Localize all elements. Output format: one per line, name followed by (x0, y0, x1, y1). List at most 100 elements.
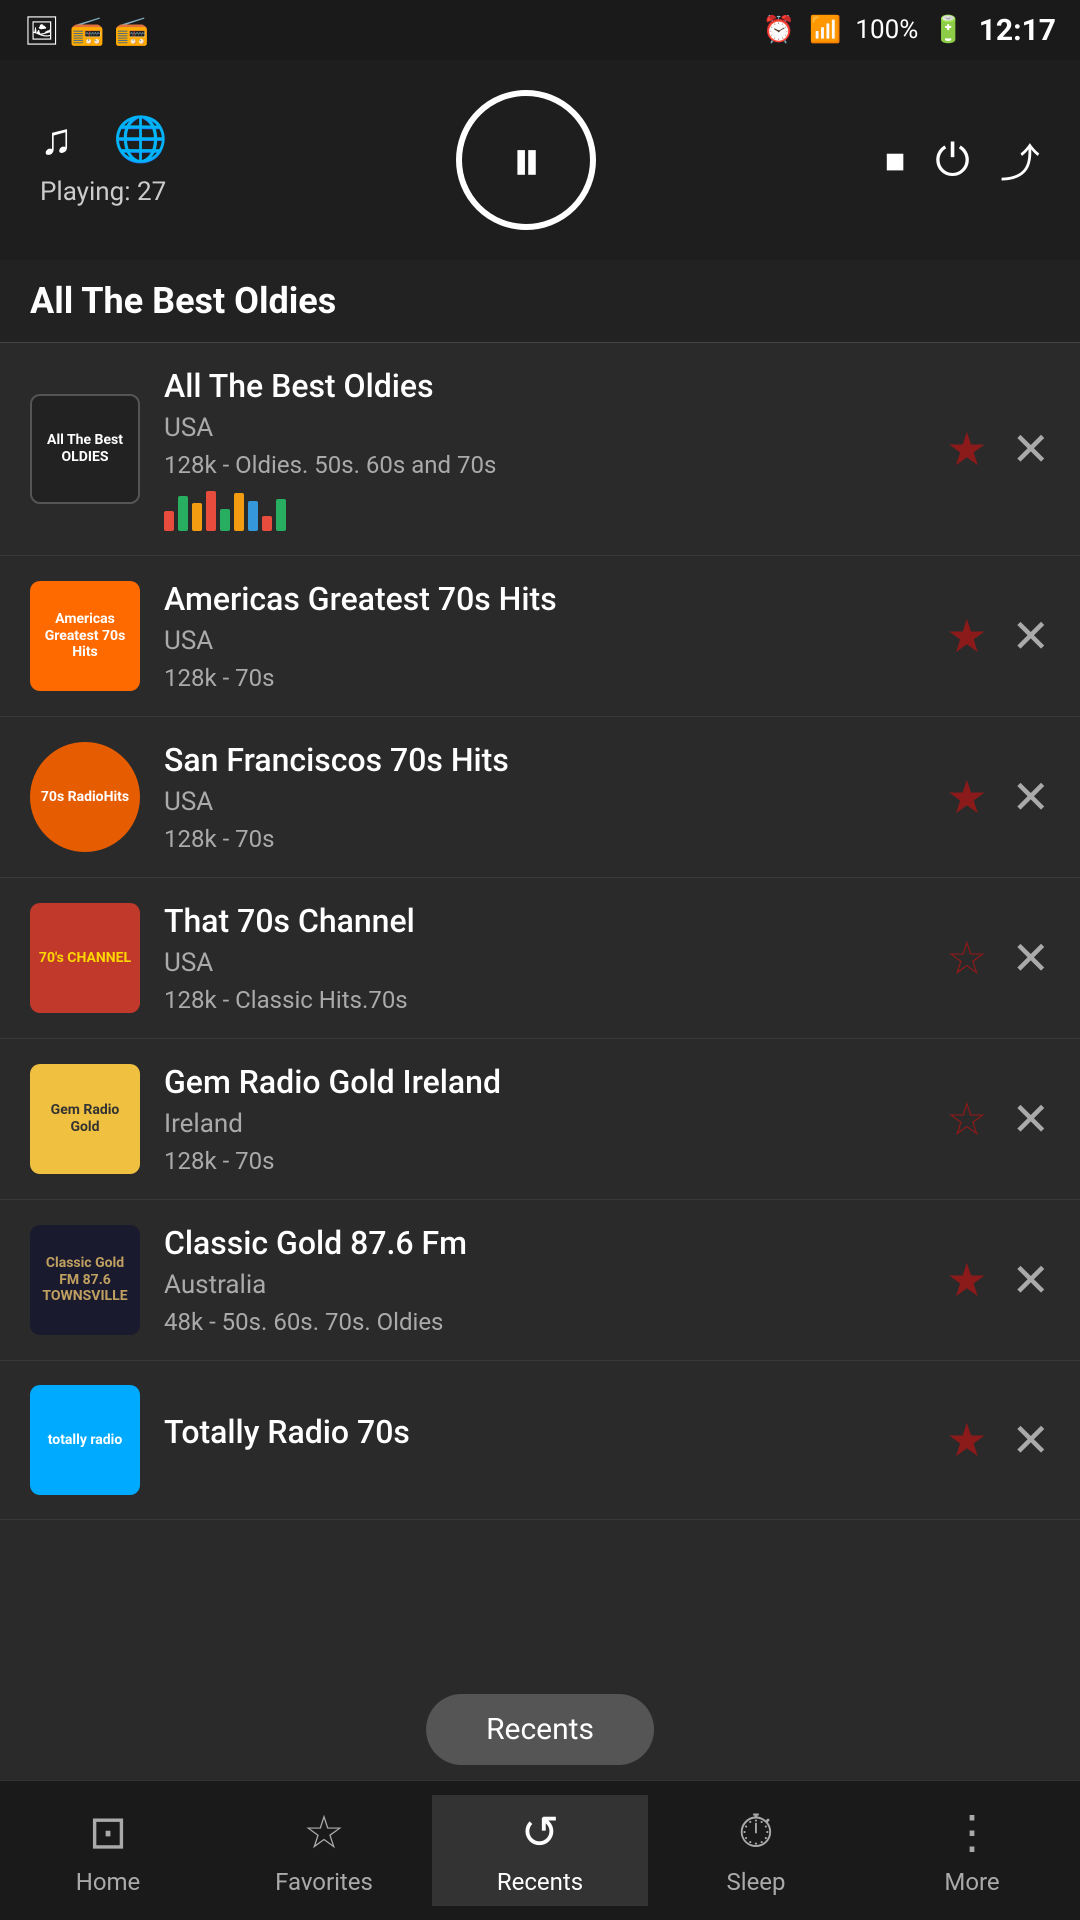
remove-station-button[interactable]: ✕ (1011, 931, 1050, 986)
player-header: ♫ 🌐 Playing: 27 ⏸ ⏹ ⏻ ⤴ (0, 60, 1080, 260)
favorite-star-button[interactable]: ★ (946, 422, 987, 477)
station-bitrate: 128k - 70s (164, 664, 922, 692)
nav-icon-home: ⊡ (89, 1805, 128, 1860)
player-controls-row: ♫ 🌐 Playing: 27 ⏸ ⏹ ⏻ ⤴ (40, 90, 1040, 230)
status-bar: 🖼 📻 📻 ⏰ 📶 100% 🔋 12:17 (0, 0, 1080, 60)
nav-icon-favorites: ☆ (303, 1805, 344, 1860)
station-logo-3: 70s RadioHits (30, 742, 140, 852)
station-name: That 70s Channel (164, 902, 922, 940)
station-logo-7: totally radio (30, 1385, 140, 1495)
nav-item-favorites[interactable]: ☆ Favorites (216, 1795, 432, 1906)
share-button[interactable]: ⤴ (1000, 131, 1040, 189)
remove-station-button[interactable]: ✕ (1011, 770, 1050, 825)
station-info-6: Classic Gold 87.6 Fm Australia 48k - 50s. … (164, 1224, 922, 1336)
station-actions-2: ★✕ (946, 609, 1050, 664)
nav-label-recents: Recents (497, 1868, 583, 1896)
station-bitrate: 128k - 70s (164, 1147, 922, 1175)
station-info-2: Americas Greatest 70s HitsUSA128k - 70s (164, 580, 922, 692)
station-name: All The Best Oldies (164, 367, 922, 405)
remove-station-button[interactable]: ✕ (1011, 1413, 1050, 1468)
station-actions-4: ☆✕ (946, 931, 1050, 986)
player-left-icons: ♫ 🌐 Playing: 27 (40, 113, 168, 207)
station-actions-6: ★✕ (946, 1253, 1050, 1308)
pause-button[interactable]: ⏸ (456, 90, 596, 230)
nav-label-more: More (944, 1868, 999, 1896)
recents-tooltip: Recents (426, 1694, 654, 1765)
station-item[interactable]: 70's CHANNEL That 70s Channel USA 128k - Cl… (0, 878, 1080, 1039)
station-name: San Franciscos 70s Hits (164, 741, 922, 779)
remove-station-button[interactable]: ✕ (1011, 422, 1050, 477)
station-item[interactable]: 70s RadioHitsSan Franciscos 70s HitsUSA1… (0, 717, 1080, 878)
main-content: ♫ 🌐 Playing: 27 ⏸ ⏹ ⏻ ⤴ All The Best Old… (0, 60, 1080, 1780)
status-bar-right: ⏰ 📶 100% 🔋 12:17 (763, 13, 1056, 48)
station-bitrate: 128k - Oldies. 50s. 60s and 70s (164, 451, 922, 479)
clock-display: 12:17 (979, 13, 1056, 48)
station-country: USA (164, 413, 922, 443)
nav-icon-recents: ↺ (521, 1805, 560, 1860)
player-right-icons: ⏹ ⏻ ⤴ (885, 131, 1040, 189)
globe-icon[interactable]: 🌐 (113, 113, 168, 165)
station-info-7: Totally Radio 70s (164, 1413, 922, 1467)
station-logo-5: Gem Radio Gold (30, 1064, 140, 1174)
station-country: USA (164, 948, 922, 978)
remove-station-button[interactable]: ✕ (1011, 1092, 1050, 1147)
station-info-5: Gem Radio Gold IrelandIreland128k - 70s (164, 1063, 922, 1175)
station-title-bar: All The Best Oldies (0, 260, 1080, 343)
playing-label: Playing: 27 (40, 177, 166, 207)
wifi-icon: 📶 (809, 15, 841, 45)
gallery-icon: 🖼 (24, 14, 60, 47)
stop-button[interactable]: ⏹ (885, 137, 905, 184)
station-logo-4: 70's CHANNEL (30, 903, 140, 1013)
favorite-star-button[interactable]: ★ (946, 609, 987, 664)
favorite-star-button[interactable]: ☆ (946, 931, 987, 986)
station-logo-1: All The Best OLDIES (30, 394, 140, 504)
station-item[interactable]: All The Best OLDIES All The Best Oldies US… (0, 343, 1080, 556)
station-info-1: All The Best Oldies USA 128k - Oldies. 50s… (164, 367, 922, 531)
station-bitrate: 48k - 50s. 60s. 70s. Oldies (164, 1308, 922, 1336)
station-name: Classic Gold 87.6 Fm (164, 1224, 922, 1262)
favorite-star-button[interactable]: ★ (946, 770, 987, 825)
station-country: Australia (164, 1270, 922, 1300)
music-icon[interactable]: ♫ (40, 113, 73, 165)
station-actions-5: ☆✕ (946, 1092, 1050, 1147)
favorite-star-button[interactable]: ★ (946, 1253, 987, 1308)
favorite-star-button[interactable]: ★ (946, 1413, 987, 1468)
nav-item-recents[interactable]: ↺ Recents (432, 1795, 648, 1906)
station-actions-7: ★✕ (946, 1413, 1050, 1468)
notification-count: 📻 (114, 14, 149, 47)
station-item[interactable]: Classic Gold FM 87.6 TOWNSVILLEClassic G… (0, 1200, 1080, 1361)
station-list: All The Best OLDIES All The Best Oldies US… (0, 343, 1080, 1780)
remove-station-button[interactable]: ✕ (1011, 1253, 1050, 1308)
nav-item-home[interactable]: ⊡ Home (0, 1795, 216, 1906)
station-item[interactable]: Americas Greatest 70s HitsAmericas Great… (0, 556, 1080, 717)
nav-label-sleep: Sleep (726, 1868, 785, 1896)
nav-label-home: Home (76, 1868, 141, 1896)
nav-item-more[interactable]: ⋮ More (864, 1795, 1080, 1906)
nav-item-sleep[interactable]: ⏱ Sleep (648, 1795, 864, 1906)
remove-station-button[interactable]: ✕ (1011, 609, 1050, 664)
battery-icon: 🔋 (932, 15, 964, 45)
station-bitrate: 128k - 70s (164, 825, 922, 853)
station-country: USA (164, 626, 922, 656)
player-left-icons-row: ♫ 🌐 (40, 113, 168, 165)
radio-icon: 📻 (70, 14, 105, 47)
nav-icon-more: ⋮ (949, 1805, 995, 1860)
current-station-title: All The Best Oldies (30, 280, 1050, 322)
station-logo-6: Classic Gold FM 87.6 TOWNSVILLE (30, 1225, 140, 1335)
station-logo-2: Americas Greatest 70s Hits (30, 581, 140, 691)
station-item[interactable]: totally radioTotally Radio 70s★✕ (0, 1361, 1080, 1520)
station-actions-1: ★✕ (946, 422, 1050, 477)
station-country: Ireland (164, 1109, 922, 1139)
power-button[interactable]: ⏻ (935, 134, 970, 186)
nav-icon-sleep: ⏱ (738, 1805, 774, 1860)
station-info-4: That 70s Channel USA 128k - Classic Hits.7… (164, 902, 922, 1014)
equalizer-bars (164, 491, 922, 531)
station-item[interactable]: Gem Radio GoldGem Radio Gold IrelandIrel… (0, 1039, 1080, 1200)
nav-label-favorites: Favorites (275, 1868, 373, 1896)
favorite-star-button[interactable]: ☆ (946, 1092, 987, 1147)
battery-text: 100% (855, 15, 918, 45)
status-bar-left: 🖼 📻 📻 (24, 14, 149, 47)
alarm-icon: ⏰ (763, 15, 795, 45)
station-bitrate: 128k - Classic Hits.70s (164, 986, 922, 1014)
station-actions-3: ★✕ (946, 770, 1050, 825)
